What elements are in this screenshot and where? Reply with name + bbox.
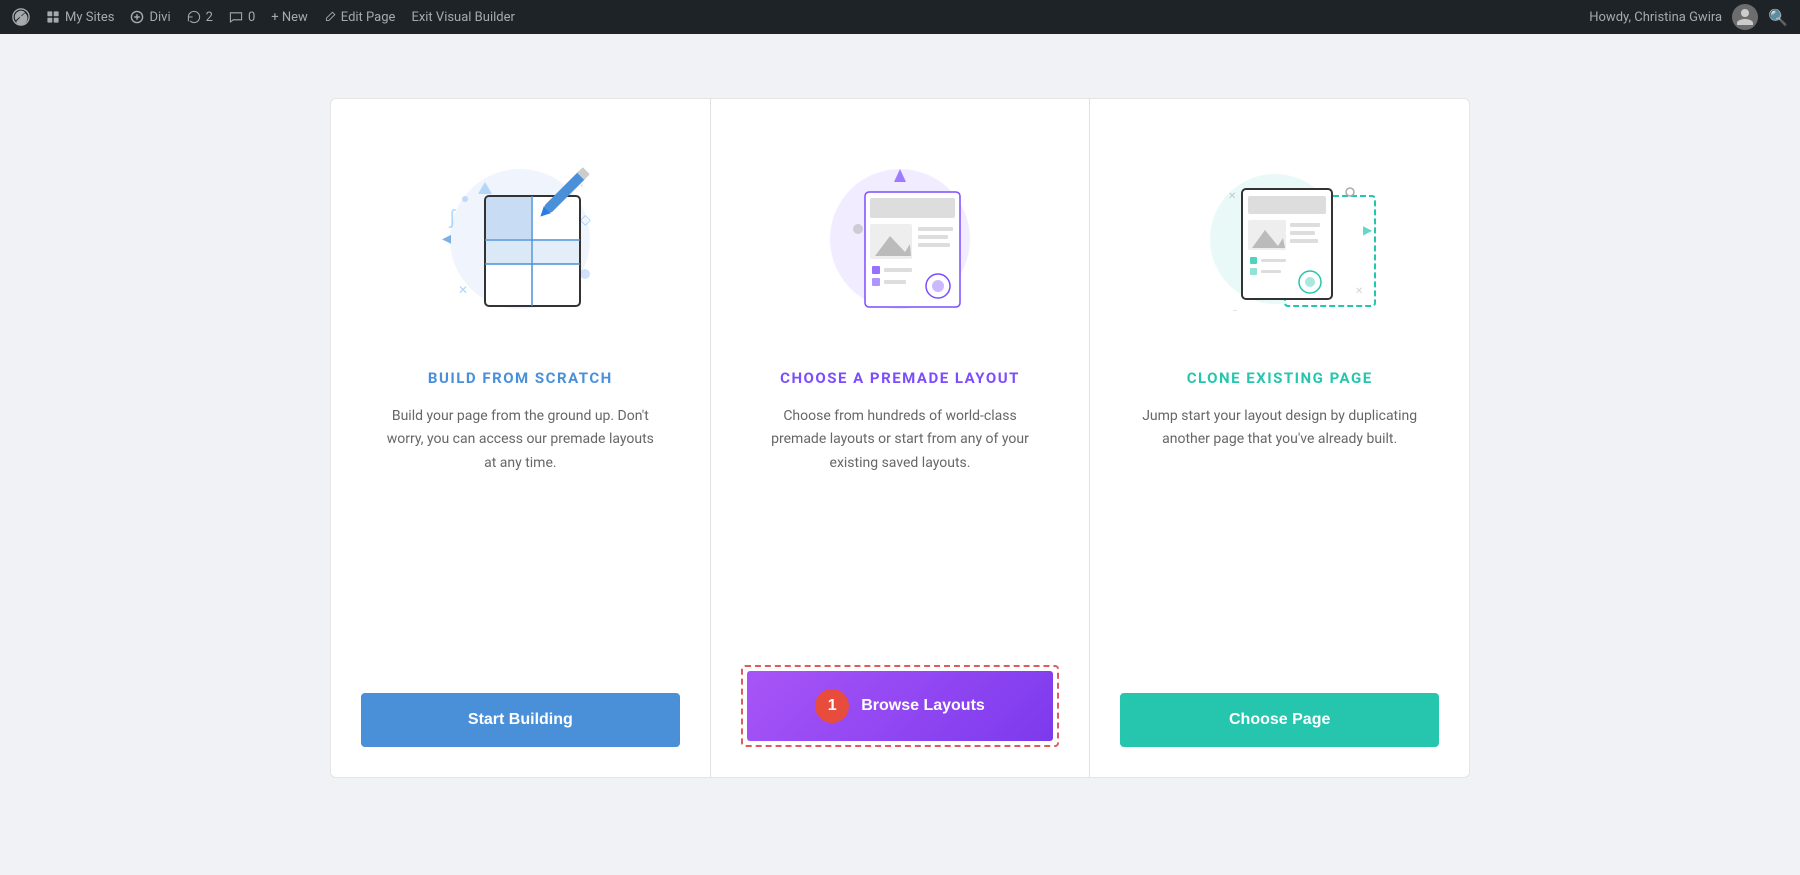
browse-badge: 1 [815, 689, 849, 723]
exit-builder-link[interactable]: Exit Visual Builder [411, 10, 514, 25]
avatar[interactable] [1732, 4, 1758, 30]
clone-button-area: Choose Page [1120, 673, 1439, 777]
admin-bar-right: Howdy, Christina Gwira 🔍 [1589, 4, 1788, 30]
clone-illustration: ✕ ▶ ✕ − [1160, 139, 1400, 339]
browse-layouts-wrapper: 1 Browse Layouts [741, 665, 1060, 747]
svg-text:◇: ◇ [580, 212, 591, 228]
comments-link[interactable]: 0 [229, 10, 255, 25]
scratch-button-area: Start Building [361, 673, 680, 777]
cards-container: ◇ ✕ • [330, 98, 1470, 778]
main-content: ◇ ✕ • [0, 34, 1800, 841]
choose-premade-card: ✕ − [711, 98, 1090, 778]
wp-logo[interactable] [12, 8, 30, 26]
svg-text:✕: ✕ [458, 283, 468, 297]
scratch-description: Build your page from the ground up. Don'… [380, 405, 660, 673]
svg-text:✕: ✕ [1228, 191, 1236, 202]
revisions-link[interactable]: 2 [187, 10, 213, 25]
scratch-title: BUILD FROM SCRATCH [428, 369, 613, 387]
browse-layouts-button[interactable]: 1 Browse Layouts [747, 671, 1054, 741]
premade-description: Choose from hundreds of world-class prem… [760, 405, 1040, 645]
clone-page-card: ✕ ▶ ✕ − CLONE EXISTING PAGE Jump start y… [1089, 98, 1470, 778]
admin-bar: My Sites Divi 2 0 + New Edit Page Exit V… [0, 0, 1800, 34]
svg-text:▶: ▶ [1363, 223, 1373, 237]
choose-page-button[interactable]: Choose Page [1120, 693, 1439, 747]
premade-title: CHOOSE A PREMADE LAYOUT [780, 369, 1020, 387]
svg-text:◂: ◂ [442, 228, 451, 249]
premade-button-area: 1 Browse Layouts [741, 645, 1060, 777]
my-sites-link[interactable]: My Sites [46, 10, 114, 25]
new-link[interactable]: + New [271, 10, 308, 25]
start-building-button[interactable]: Start Building [361, 693, 680, 747]
user-greeting: Howdy, Christina Gwira [1589, 10, 1722, 25]
edit-page-link[interactable]: Edit Page [324, 10, 396, 25]
clone-title: CLONE EXISTING PAGE [1187, 369, 1373, 387]
clone-description: Jump start your layout design by duplica… [1140, 405, 1420, 673]
build-from-scratch-card: ◇ ✕ • [330, 98, 711, 778]
layout-illustration: ✕ − [780, 139, 1020, 339]
search-icon[interactable]: 🔍 [1768, 8, 1788, 27]
divi-link[interactable]: Divi [130, 10, 170, 25]
svg-text:✕: ✕ [1355, 286, 1363, 297]
scratch-illustration: ◇ ✕ • [400, 139, 640, 339]
svg-text:−: − [1232, 306, 1238, 317]
